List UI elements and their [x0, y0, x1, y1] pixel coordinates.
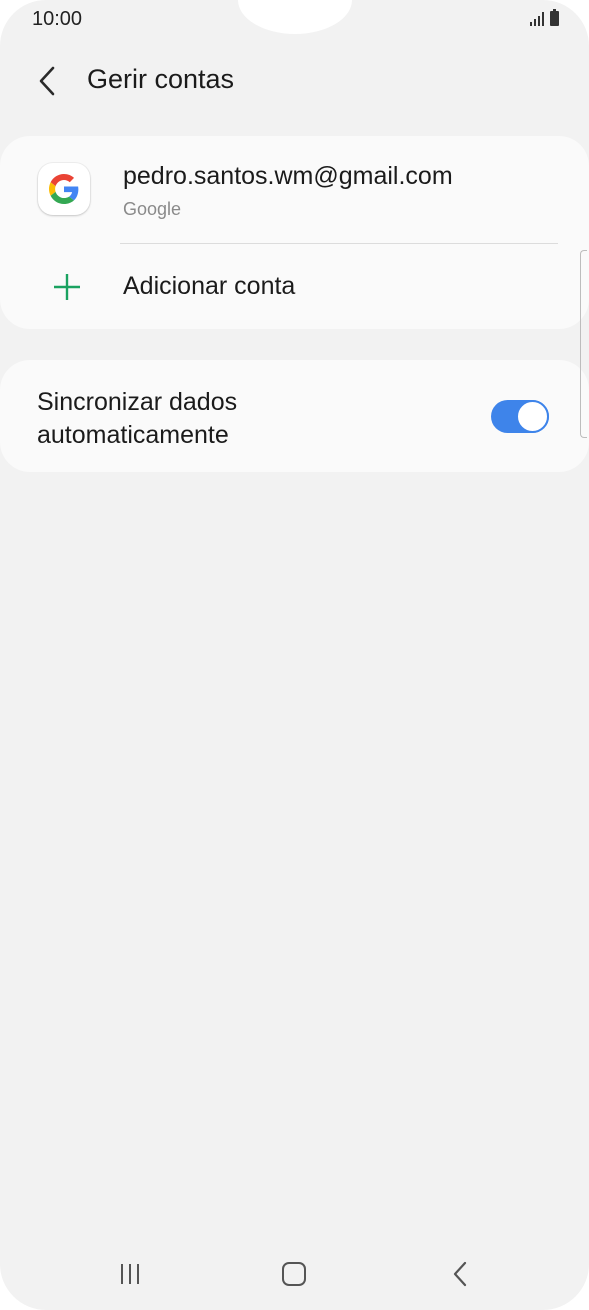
app-header: Gerir contas: [0, 52, 589, 112]
toggle-knob: [516, 400, 549, 433]
navigation-bar: [0, 1240, 589, 1310]
sync-card: Sincronizar dados automaticamente: [0, 360, 589, 472]
signal-icon: [530, 10, 544, 26]
home-button[interactable]: [270, 1254, 318, 1294]
nav-back-button[interactable]: [436, 1254, 484, 1294]
back-button[interactable]: [26, 56, 70, 106]
status-icons: [530, 9, 559, 26]
screen: 10:00 Gerir contas pedro.santos.wm@gmail…: [0, 0, 589, 1310]
account-item-google[interactable]: pedro.santos.wm@gmail.com Google: [0, 136, 589, 243]
add-account-label: Adicionar conta: [123, 272, 296, 300]
chevron-left-icon: [39, 66, 55, 96]
add-account-button[interactable]: Adicionar conta: [0, 244, 589, 329]
accounts-card: pedro.santos.wm@gmail.com Google Adicion…: [0, 136, 589, 329]
recents-button[interactable]: [106, 1254, 154, 1294]
scrollbar[interactable]: [580, 250, 587, 438]
plus-icon: [54, 274, 80, 300]
back-icon: [453, 1261, 467, 1287]
status-time: 10:00: [32, 8, 83, 30]
recents-icon: [121, 1264, 123, 1284]
auto-sync-label: Sincronizar dados automaticamente: [37, 388, 238, 449]
auto-sync-row[interactable]: Sincronizar dados automaticamente: [0, 360, 589, 472]
status-bar: 10:00: [0, 0, 589, 38]
google-icon: [38, 163, 90, 215]
account-email: pedro.santos.wm@gmail.com: [123, 162, 453, 190]
battery-icon: [550, 9, 559, 26]
page-title: Gerir contas: [87, 64, 235, 94]
auto-sync-toggle[interactable]: [491, 400, 549, 433]
account-type: Google: [123, 199, 182, 219]
home-icon: [282, 1262, 306, 1286]
